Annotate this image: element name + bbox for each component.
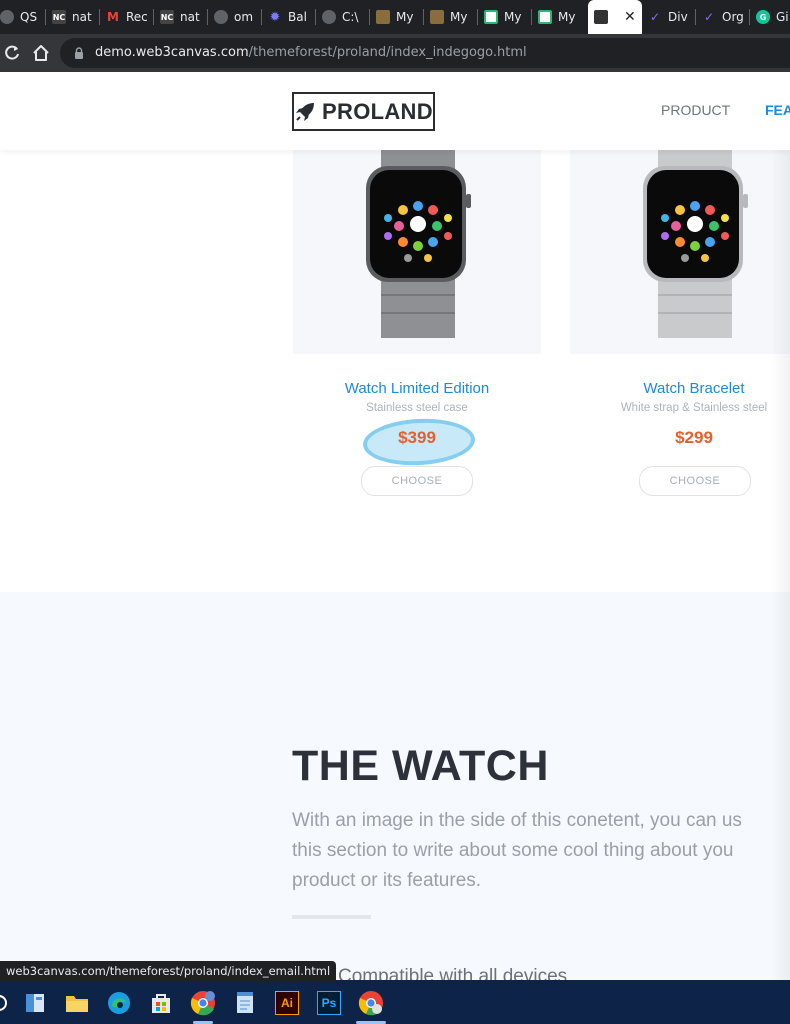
lock-icon [75,47,83,59]
illustrator-label: Ai [275,991,299,1015]
status-link-preview: web3canvas.com/themeforest/proland/index… [0,961,337,982]
tab-title: QS [20,10,38,24]
tab-title: Gi [776,10,789,24]
browser-tab[interactable]: ✓ Org [702,0,750,34]
site-logo[interactable]: PROLAND [292,92,435,131]
choose-button[interactable]: CHOOSE [361,466,473,496]
watch-image [366,150,471,338]
watch-image [643,150,748,338]
chrome-icon[interactable] [190,990,216,1016]
gear-icon: ✹ [269,9,281,25]
browser-tab[interactable]: My [376,0,424,34]
photoshop-label: Ps [317,991,341,1015]
close-icon[interactable]: ✕ [624,9,636,25]
product-subtitle: White strap & Stainless steel [620,402,768,414]
url-path: /themeforest/proland/index_indegogo.html [248,45,527,60]
tab-title: Org [722,10,744,24]
check-icon: ✓ [703,10,715,24]
browser-tab[interactable]: ✓ Div [648,0,696,34]
book-icon [430,10,444,24]
tab-title: nat [72,10,92,24]
product-price: $399 [398,428,436,447]
folder-icon[interactable] [64,990,90,1016]
tab-title: Div [668,10,688,24]
tab-title: Rec [126,10,148,24]
browser-tab[interactable]: NC nat [52,0,100,34]
home-icon[interactable] [31,43,51,63]
browser-tab-strip: QS NC nat M Rec NC nat om ✹ Bal C:\ My M… [0,0,790,34]
browser-tab[interactable]: My [538,0,586,34]
reload-icon[interactable] [2,43,22,63]
browser-tab[interactable]: G Gi [756,0,790,34]
photoshop-icon[interactable]: Ps [316,990,342,1016]
url-host: demo.web3canvas.com [95,45,249,60]
section-text-line: product or its features. [292,870,482,891]
check-icon: ✓ [649,10,661,24]
grammarly-icon: G [756,10,770,24]
section-title: THE WATCH [292,742,549,790]
browser-tab[interactable]: om [214,0,262,34]
globe-icon [0,10,14,24]
product-name[interactable]: Watch Limited Edition [293,380,541,397]
tab-title: My [504,10,522,24]
globe-icon [322,10,336,24]
monitor-icon [484,10,498,24]
tab-title: Bal [288,10,307,24]
nav-features[interactable]: FEA [765,102,790,118]
chrome-profile-icon[interactable] [358,990,384,1016]
search-icon[interactable] [0,990,12,1016]
tab-title: My [396,10,414,24]
choose-button[interactable]: CHOOSE [639,466,751,496]
product-subtitle: Stainless steel case [366,402,468,414]
book-icon [376,10,390,24]
browser-tab[interactable]: ✹ Bal [268,0,316,34]
product-price: $299 [675,428,713,447]
browser-tab[interactable]: QS [0,0,46,34]
browser-tab[interactable]: M Rec [106,0,154,34]
browser-tab[interactable]: NC nat [160,0,208,34]
monitor-icon [538,10,552,24]
browser-tab[interactable]: My [484,0,532,34]
notepad-icon[interactable] [232,990,258,1016]
tab-title: nat [180,10,200,24]
windows-taskbar: Ai Ps [0,980,790,1024]
product-image[interactable] [293,150,541,354]
browser-tab[interactable]: C:\ [322,0,370,34]
section-text-line: With an image in the side of this conete… [292,810,742,831]
browser-toolbar: demo.web3canvas.com/themeforest/proland/… [0,34,790,72]
browser-tab-active[interactable]: ✕ [588,0,642,34]
nav-product[interactable]: PRODUCT [661,102,730,118]
rocket-icon [296,102,315,121]
nc-icon: NC [160,10,174,24]
file-manager-icon[interactable] [22,990,48,1016]
tab-title: C:\ [342,10,359,24]
nc-icon: NC [52,10,66,24]
browser-tab[interactable]: My [430,0,478,34]
gmail-icon: M [107,10,119,24]
url-text: demo.web3canvas.com/themeforest/proland/… [95,45,527,60]
address-bar[interactable]: demo.web3canvas.com/themeforest/proland/… [60,38,790,68]
product-name[interactable]: Watch Bracelet [570,380,790,397]
edge-icon[interactable] [106,990,132,1016]
site-header: PROLAND PRODUCT FEA [0,72,790,150]
page-icon [594,10,608,24]
section-divider [292,915,371,919]
store-icon[interactable] [148,990,174,1016]
section-text: With an image in the side of this conete… [292,806,790,896]
tab-title: om [234,10,254,24]
tab-title: My [450,10,468,24]
section-text-line: this section to write about some cool th… [292,840,734,861]
tab-title: My [558,10,576,24]
logo-text: PROLAND [322,98,433,124]
product-image[interactable] [570,150,790,354]
illustrator-icon[interactable]: Ai [274,990,300,1016]
globe-icon [214,10,228,24]
